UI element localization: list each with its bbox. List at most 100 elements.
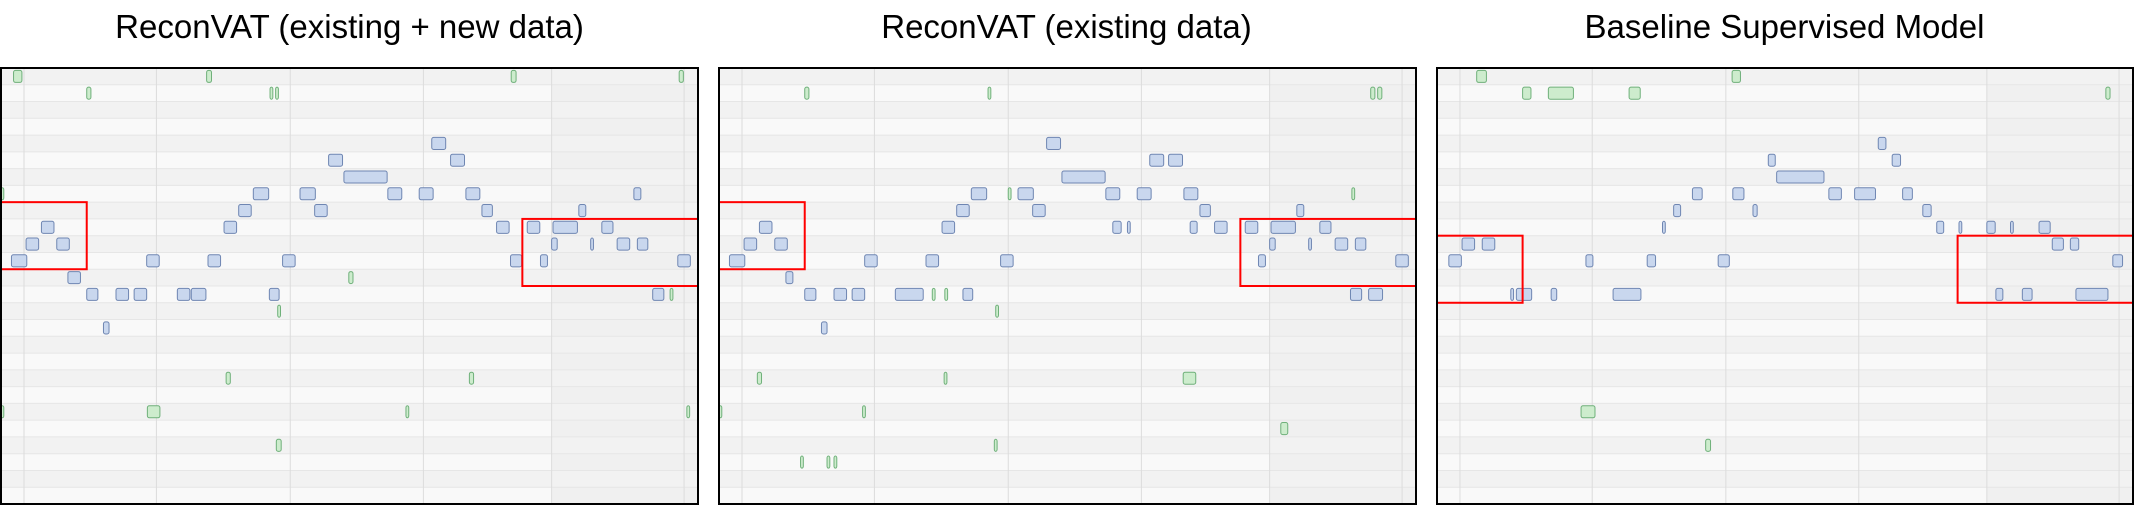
note-green <box>1705 438 1712 452</box>
key-row <box>1 369 698 387</box>
note-blue <box>146 254 160 268</box>
key-row <box>1437 68 2133 85</box>
note-green <box>669 287 674 301</box>
key-row <box>719 369 1416 387</box>
note-blue <box>636 237 649 251</box>
note-blue <box>677 254 691 268</box>
note-green <box>826 455 831 469</box>
note-blue <box>1126 220 1131 234</box>
note-blue <box>1308 237 1312 251</box>
note-green <box>1377 86 1383 100</box>
note-blue <box>115 287 130 301</box>
note-blue <box>465 187 481 201</box>
note-blue <box>774 237 788 251</box>
note-blue <box>223 220 238 234</box>
note-blue <box>758 220 773 234</box>
note-blue <box>820 321 828 335</box>
note-blue <box>328 153 344 167</box>
note-blue <box>728 254 746 268</box>
note-blue <box>86 287 99 301</box>
note-blue <box>970 187 988 201</box>
key-row <box>1437 235 2133 253</box>
note-blue <box>418 187 434 201</box>
note-blue <box>1767 153 1776 167</box>
note-blue <box>1691 187 1703 201</box>
note-green <box>678 69 684 83</box>
note-blue <box>431 136 447 150</box>
note-green <box>275 86 279 100</box>
note-blue <box>25 237 40 251</box>
key-row <box>1437 336 2133 354</box>
note-blue <box>1891 153 1902 167</box>
note-blue <box>10 254 28 268</box>
note-blue <box>282 254 296 268</box>
note-green <box>800 455 804 469</box>
key-row <box>1 101 698 119</box>
note-blue <box>207 254 222 268</box>
note-blue <box>1257 254 1266 268</box>
note-green <box>1351 187 1356 201</box>
note-green <box>1522 86 1532 100</box>
note-blue <box>1270 220 1296 234</box>
note-green <box>944 287 949 301</box>
key-row <box>1 436 698 454</box>
note-green <box>943 371 948 385</box>
note-blue <box>864 254 878 268</box>
note-green <box>995 304 999 318</box>
note-blue <box>1986 220 1996 234</box>
note-blue <box>1902 187 1913 201</box>
note-blue <box>1717 254 1730 268</box>
note-green <box>1007 187 1012 201</box>
note-blue <box>1448 254 1462 268</box>
note-green <box>2105 86 2111 100</box>
note-blue <box>1368 287 1384 301</box>
note-blue <box>601 220 614 234</box>
note-green <box>804 86 810 100</box>
note-blue <box>1646 254 1657 268</box>
note-green <box>225 371 231 385</box>
note-blue <box>299 187 316 201</box>
note-green <box>146 405 161 419</box>
note-green <box>13 69 23 83</box>
note-blue <box>190 287 207 301</box>
note-blue <box>804 287 817 301</box>
note-blue <box>1105 187 1121 201</box>
note-green <box>1731 69 1741 83</box>
note-blue <box>1481 237 1496 251</box>
key-row <box>1437 470 2133 488</box>
note-blue <box>1244 220 1259 234</box>
note-blue <box>652 287 665 301</box>
note-green <box>86 86 92 100</box>
key-row <box>719 470 1416 488</box>
note-blue <box>1189 220 1198 234</box>
note-green <box>1547 86 1574 100</box>
note-green <box>277 304 281 318</box>
note-blue <box>1017 187 1034 201</box>
note-blue <box>785 271 794 285</box>
note-blue <box>1395 254 1409 268</box>
note-blue <box>1515 287 1533 301</box>
note-blue <box>2038 220 2051 234</box>
note-blue <box>941 220 956 234</box>
note-blue <box>450 153 466 167</box>
note-green <box>833 455 838 469</box>
note-blue <box>1183 187 1199 201</box>
note-green <box>348 271 354 285</box>
note-blue <box>894 287 924 301</box>
key-row <box>1437 101 2133 119</box>
note-blue <box>2075 287 2109 301</box>
note-green <box>993 438 998 452</box>
note-green <box>468 371 475 385</box>
note-green <box>987 86 992 100</box>
note-blue <box>539 254 548 268</box>
note-blue <box>1510 287 1515 301</box>
key-row <box>1 68 698 85</box>
key-row <box>1437 302 2133 320</box>
note-green <box>862 405 866 419</box>
note-blue <box>1112 220 1122 234</box>
key-row <box>719 101 1416 119</box>
key-row <box>1 470 698 488</box>
key-row <box>719 403 1416 421</box>
key-row <box>719 436 1416 454</box>
note-blue <box>962 287 974 301</box>
